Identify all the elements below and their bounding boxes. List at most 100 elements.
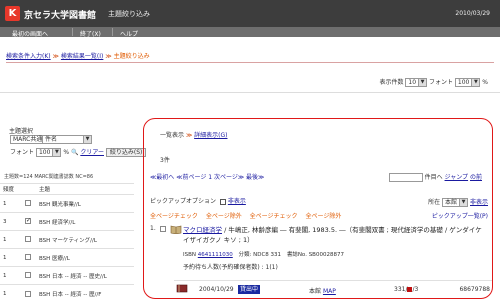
record-title-rest: / 牛嶋正, 林齢彦編 ― 有斐閣, 1983.5. ―（有斐閣双書 ; 現代経…	[183, 226, 482, 244]
location-sort-row: 所在 本館 ▼ 非表示	[428, 197, 488, 207]
freq-cell: 1	[0, 194, 22, 213]
divider	[0, 92, 500, 93]
holding-row: 2004/10/29 貸出中 本館 MAP 331//3 68679788	[174, 280, 492, 295]
record-number: 1.	[150, 225, 156, 232]
location-name: 本館	[309, 288, 322, 295]
chevron-down-icon: ▼	[459, 199, 468, 206]
table-row: 3 BSH 経済学//L	[0, 212, 134, 231]
isbn-link[interactable]: 4641111030	[198, 252, 233, 258]
subject-table-header: 頻度 主題	[0, 183, 134, 195]
table-row: 1 BSH 日本 -- 経済 -- 歴史//L	[0, 266, 134, 285]
field-select[interactable]: 件名 ▼	[42, 135, 92, 144]
nav-exit[interactable]: 終了(X)	[80, 29, 101, 38]
breadcrumb: 検索条件入力(K) ≫ 検索結果一覧(I) ≫ 主題絞り込み	[6, 51, 150, 60]
result-count: 3件	[160, 157, 170, 164]
page-title: 主題絞り込み	[108, 10, 150, 18]
left-font-select[interactable]: 100 ▼	[35, 148, 62, 157]
pickup-option-label: ピックアップオプション	[150, 198, 217, 205]
breadcrumb-divider	[6, 62, 494, 63]
table-row: 1 BSH 観光事業//L	[0, 194, 134, 213]
holding-date: 2004/10/29	[199, 286, 234, 293]
subject-header: 主題	[36, 183, 134, 195]
display-count-select[interactable]: 10 ▼	[405, 78, 428, 87]
bib-number: 書誌No. SB00028877	[286, 252, 344, 258]
hide-link[interactable]: 非表示	[228, 198, 246, 205]
check-header	[22, 183, 36, 195]
freq-header: 頻度	[0, 183, 22, 195]
holding-location: 本館 MAP	[309, 286, 336, 295]
table-row: 1 BSH マーケティング//L	[0, 230, 134, 249]
location-hide-link[interactable]: 非表示	[470, 199, 488, 206]
left-font-row: フォント 100 ▼ % 🔍 クリアー 絞り込み(S)	[10, 147, 147, 157]
jump-link[interactable]: ジャンプ	[445, 174, 469, 181]
font-size-select[interactable]: 100 ▼	[454, 78, 481, 87]
header-date: 2010/03/29	[455, 10, 490, 17]
goto-input[interactable]	[388, 173, 423, 182]
clear-link[interactable]: クリアー	[80, 149, 104, 156]
subject-checkbox[interactable]	[25, 272, 31, 279]
record-checkbox[interactable]	[160, 226, 166, 232]
subject-checkbox[interactable]	[25, 236, 31, 243]
display-count-label: 表示件数	[379, 79, 404, 86]
record-title-link[interactable]: マクロ経済学	[183, 226, 222, 234]
pager[interactable]: ≪最初へ ≪前ページ 1 次ページ≫ 最後≫	[150, 172, 264, 181]
jump-before-link[interactable]: の前	[470, 174, 482, 181]
logo-letter: K	[8, 8, 17, 19]
subject-checkbox[interactable]	[25, 290, 31, 297]
goto-row: 件目へ ジャンプ の前	[388, 172, 482, 182]
book-icon	[176, 284, 188, 293]
ndc-class: 分類: NDC8 331	[238, 252, 282, 258]
subject-stats: 主題数=124 MARC関連書誌数 NC=86	[4, 174, 94, 180]
chevron-down-icon: ▼	[52, 149, 61, 156]
reservation-count: 予約待ち人数(予約確保者数) : 1(1)	[183, 264, 278, 271]
app-header: K 京セラ大学図書館 主題絞り込み 2010/03/29	[0, 0, 500, 27]
location-select[interactable]: 本館 ▼	[442, 198, 469, 207]
hide-toggle-icon[interactable]	[219, 198, 226, 205]
book-icon	[170, 225, 182, 234]
app-title: 京セラ大学図書館	[24, 11, 97, 21]
left-font-label: フォント	[10, 149, 35, 156]
subject-checkbox[interactable]	[25, 254, 31, 261]
chevron-down-icon: ▼	[83, 136, 91, 143]
view-tabs: 一覧表示 ≫ 詳細表示(G)	[160, 130, 227, 139]
table-row: 1 BSH 医療//L	[0, 248, 134, 267]
tab-arrow-icon: ≫	[185, 132, 193, 139]
isbn-label: ISBN	[183, 252, 197, 258]
breadcrumb-result-list[interactable]: 検索結果一覧(I)	[61, 53, 103, 60]
tab-detail-view[interactable]: 詳細表示(G)	[194, 132, 227, 139]
status-badge: 貸出中	[238, 285, 261, 294]
subject-cell: BSH 日本 -- 経済 -- 歴//F	[36, 284, 134, 300]
exclude-all-pages-link[interactable]: 全ページ除外	[206, 213, 242, 220]
nav-separator	[112, 28, 113, 36]
record-title: マクロ経済学 / 牛嶋正, 林齢彦編 ― 有斐閣, 1983.5. ―（有斐閣双…	[183, 225, 483, 245]
font-size-label: フォント	[428, 79, 453, 86]
map-link[interactable]: MAP	[323, 288, 336, 295]
search-icon[interactable]: 🔍	[71, 149, 78, 156]
percent-label: %	[482, 79, 488, 86]
top-nav: 最初の画面へ 終了(X) ヘルプ	[0, 27, 500, 38]
nav-help[interactable]: ヘルプ	[120, 29, 138, 38]
exclude-all-pages-link-2[interactable]: 全ページ除外	[305, 213, 341, 220]
breadcrumb-arrow-icon: ≫	[105, 53, 112, 60]
chevron-down-icon: ▼	[418, 79, 427, 86]
subject-cell: BSH 医療//L	[36, 248, 134, 267]
breadcrumb-search-input[interactable]: 検索条件入力(K)	[6, 53, 51, 60]
tab-list-view[interactable]: 一覧表示	[160, 132, 184, 139]
subject-cell: BSH 日本 -- 経済 -- 歴史//L	[36, 266, 134, 285]
subject-cell: BSH マーケティング//L	[36, 230, 134, 249]
subject-checkbox[interactable]	[25, 200, 31, 207]
subject-checkbox[interactable]	[25, 217, 31, 225]
breadcrumb-arrow-icon: ≫	[52, 53, 59, 60]
freq-cell: 1	[0, 248, 22, 267]
check-all-pages-link-2[interactable]: 全ページチェック	[250, 213, 298, 220]
library-logo-icon: K	[5, 6, 20, 21]
nav-home[interactable]: 最初の画面へ	[12, 29, 48, 38]
display-controls: 表示件数 10 ▼ フォント 100 ▼ %	[379, 77, 488, 87]
location-label: 所在	[428, 199, 441, 206]
narrow-button[interactable]: 絞り込み(S)	[105, 148, 147, 157]
check-all-pages-link[interactable]: 全ページチェック	[150, 213, 198, 220]
freq-cell: 3	[0, 212, 22, 231]
nav-separator	[72, 28, 73, 36]
pickup-list-link[interactable]: ピックアップ一覧(P)	[432, 211, 488, 220]
percent-label: %	[63, 149, 70, 156]
